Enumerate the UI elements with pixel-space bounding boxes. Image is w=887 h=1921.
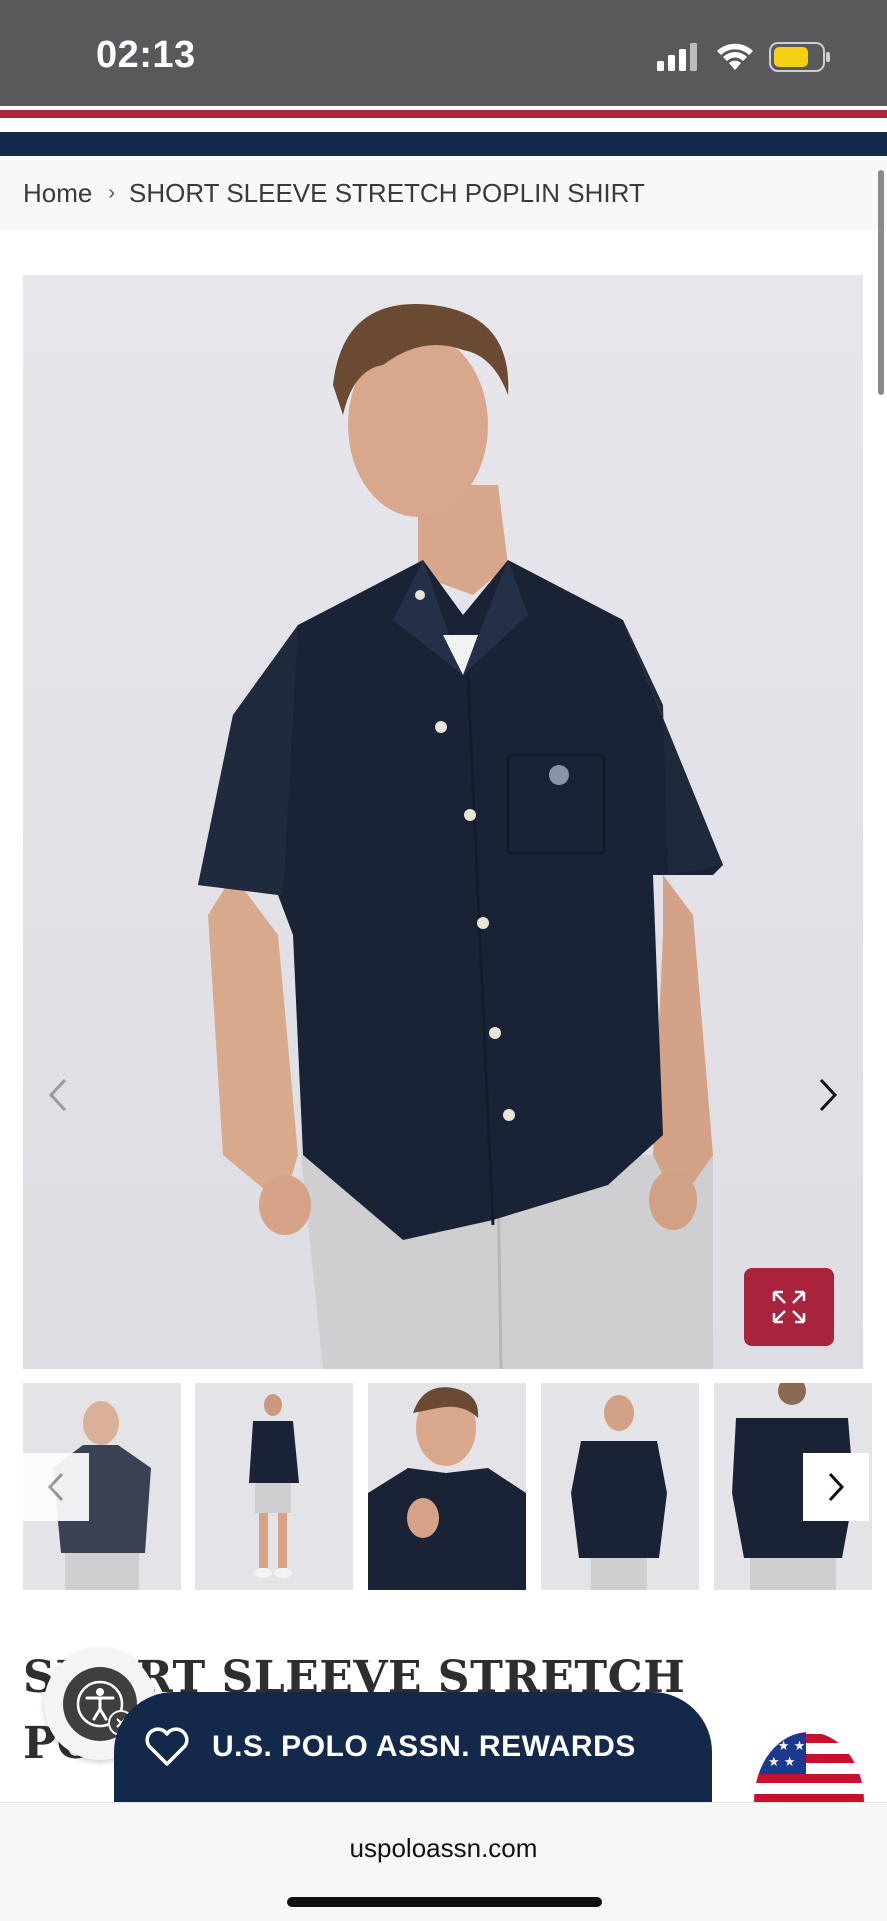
thumbnail-image	[368, 1383, 526, 1590]
thumbnail-image	[195, 1383, 353, 1590]
thumb-front[interactable]	[541, 1383, 699, 1590]
chevron-right-icon	[828, 1472, 845, 1502]
expand-icon	[772, 1290, 806, 1324]
thumbnail-strip	[23, 1383, 887, 1590]
header-stripe-red	[0, 110, 887, 118]
thumbnail-image	[541, 1383, 699, 1590]
chevron-right-icon	[819, 1078, 838, 1112]
status-bar: 02:13	[0, 0, 887, 106]
thumbnail-prev-button[interactable]	[23, 1453, 89, 1521]
svg-text:★ ★ ★: ★ ★ ★	[762, 1739, 805, 1754]
zoom-button[interactable]	[744, 1268, 834, 1346]
header-stripe-navy	[0, 132, 887, 156]
hero-next-button[interactable]	[813, 1070, 843, 1120]
breadcrumb-separator: ›	[108, 181, 116, 204]
status-icons	[657, 42, 831, 72]
thumb-detail-closeup[interactable]	[368, 1383, 526, 1590]
hero-prev-button[interactable]	[43, 1070, 73, 1120]
model-illustration	[198, 304, 723, 1369]
rewards-banner[interactable]: U.S. POLO ASSN. REWARDS	[114, 1692, 712, 1802]
heart-icon	[145, 1727, 189, 1766]
chevron-left-icon	[47, 1472, 64, 1502]
battery-icon	[769, 42, 830, 72]
breadcrumb: Home › SHORT SLEEVE STRETCH POPLIN SHIRT	[0, 156, 887, 230]
thumb-full-body[interactable]	[195, 1383, 353, 1590]
browser-address-bar[interactable]: uspoloassn.com	[0, 1802, 887, 1921]
rewards-label: U.S. POLO ASSN. REWARDS	[212, 1730, 636, 1763]
country-flag-button[interactable]: ★ ★ ★ ★ ★	[754, 1732, 864, 1802]
product-hero-image[interactable]	[23, 275, 863, 1369]
signal-icon	[657, 43, 697, 71]
breadcrumb-current: SHORT SLEEVE STRETCH POPLIN SHIRT	[129, 177, 645, 208]
breadcrumb-home-link[interactable]: Home	[23, 178, 92, 209]
header-stripe-white	[0, 118, 887, 132]
us-flag-icon: ★ ★ ★ ★ ★	[754, 1732, 864, 1802]
status-time: 02:13	[96, 34, 196, 76]
scrollbar[interactable]	[878, 170, 884, 395]
wifi-icon	[717, 43, 753, 70]
home-indicator[interactable]	[287, 1897, 602, 1907]
svg-text:★ ★: ★ ★	[768, 1755, 795, 1770]
chevron-left-icon	[48, 1078, 67, 1112]
url-text[interactable]: uspoloassn.com	[0, 1833, 887, 1864]
thumbnail-next-button[interactable]	[803, 1453, 869, 1521]
